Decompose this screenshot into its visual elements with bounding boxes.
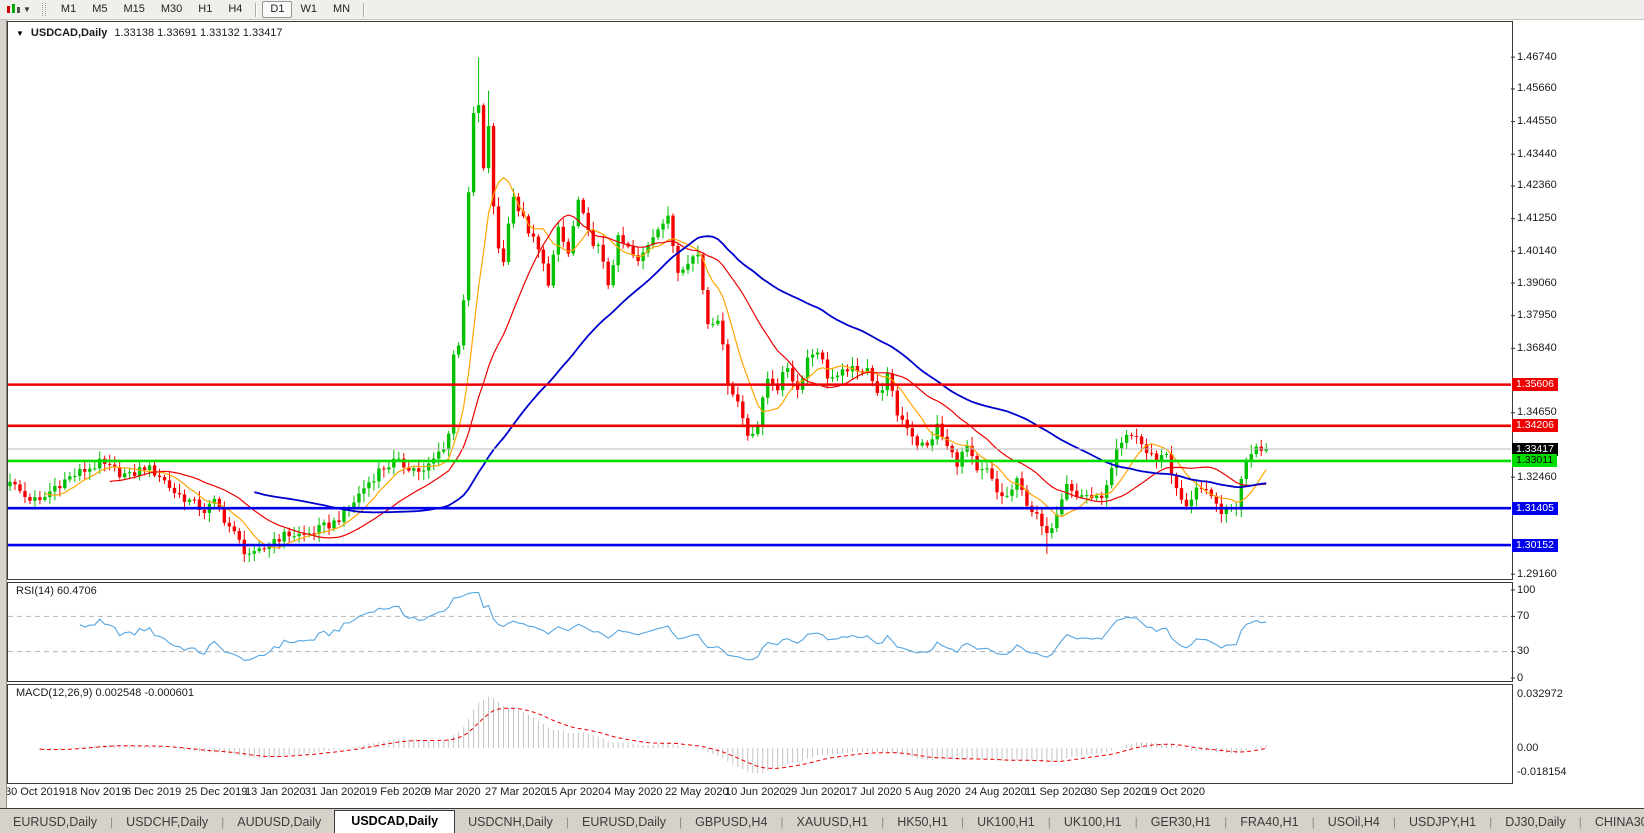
- timeframe-button-m1[interactable]: M1: [53, 1, 84, 18]
- price-marker: 1.30152: [1512, 539, 1558, 552]
- date-tick-label: 9 Mar 2020: [425, 786, 481, 798]
- price-tick-label: 1.39060: [1517, 277, 1557, 289]
- price-tick-label: 1.44550: [1517, 115, 1557, 127]
- date-tick-label: 15 Apr 2020: [545, 786, 604, 798]
- price-tick-label: 1.43440: [1517, 148, 1557, 160]
- price-marker: 1.33011: [1512, 454, 1557, 467]
- price-tick-label: 1.36840: [1517, 342, 1557, 354]
- timeframe-button-h4[interactable]: H4: [220, 1, 250, 18]
- chart-ohlc-values: 1.33138 1.33691 1.33132 1.33417: [114, 27, 282, 39]
- price-tick-label: 1.32460: [1517, 471, 1557, 483]
- rsi-level-label: 100: [1517, 584, 1535, 596]
- chart-tab-usdcnh-daily[interactable]: USDCNH,Daily: [455, 812, 566, 833]
- price-tick-label: 1.40140: [1517, 245, 1557, 257]
- timeframe-button-w1[interactable]: W1: [292, 1, 325, 18]
- date-tick-label: 27 Mar 2020: [485, 786, 547, 798]
- price-tick-label: 1.46740: [1517, 51, 1557, 63]
- date-tick-label: 24 Aug 2020: [965, 786, 1027, 798]
- rsi-label: RSI(14) 60.4706: [16, 585, 97, 597]
- chart-tab-xauusd-h1[interactable]: XAUUSD,H1: [784, 812, 882, 833]
- chart-tab-gbpusd-h4[interactable]: GBPUSD,H4: [682, 812, 780, 833]
- macd-indicator-panel[interactable]: [7, 684, 1513, 784]
- price-tick-label: 1.37950: [1517, 309, 1557, 321]
- date-tick-label: 19 Feb 2020: [365, 786, 427, 798]
- date-tick-label: 25 Dec 2019: [185, 786, 247, 798]
- chart-tab-hk50-h1[interactable]: HK50,H1: [884, 812, 961, 833]
- date-tick-label: 5 Aug 2020: [905, 786, 961, 798]
- date-tick-label: 29 Jun 2020: [785, 786, 846, 798]
- date-tick-label: 31 Jan 2020: [305, 786, 366, 798]
- price-tick-label: 1.29160: [1517, 568, 1557, 580]
- chart-tab-usdcad-daily[interactable]: USDCAD,Daily: [334, 810, 455, 833]
- macd-axis-label: 0.00: [1517, 742, 1538, 754]
- timeframe-button-h1[interactable]: H1: [190, 1, 220, 18]
- price-marker: 1.31405: [1512, 502, 1558, 515]
- price-tick-label: 1.34650: [1517, 406, 1557, 418]
- price-marker: 1.34206: [1512, 419, 1558, 432]
- window-left-frame: [0, 19, 7, 833]
- chart-tab-eurusd-daily[interactable]: EURUSD,Daily: [569, 812, 679, 833]
- chart-tab-audusd-daily[interactable]: AUDUSD,Daily: [224, 812, 334, 833]
- rsi-level-label: 70: [1517, 610, 1529, 622]
- chevron-down-icon[interactable]: ▼: [23, 5, 31, 14]
- price-tick-label: 1.45660: [1517, 82, 1557, 94]
- chart-tab-uk100-h1[interactable]: UK100,H1: [964, 812, 1048, 833]
- macd-axis-label: 0.032972: [1517, 688, 1563, 700]
- toolbar-divider: [255, 3, 257, 17]
- symbol-collapse-icon[interactable]: ▼: [16, 29, 24, 38]
- toolbar-grip-handle[interactable]: [42, 3, 46, 16]
- chart-title: ▼ USDCAD,Daily 1.33138 1.33691 1.33132 1…: [16, 27, 283, 39]
- chart-tab-usdchf-daily[interactable]: USDCHF,Daily: [113, 812, 221, 833]
- timeframe-button-m15[interactable]: M15: [115, 1, 152, 18]
- rsi-level-label: 30: [1517, 645, 1529, 657]
- date-tick-label: 10 Jun 2020: [725, 786, 786, 798]
- timeframe-button-d1[interactable]: D1: [262, 1, 292, 18]
- chart-tab-ger30-h1[interactable]: GER30,H1: [1138, 812, 1224, 833]
- date-tick-label: 13 Jan 2020: [245, 786, 306, 798]
- date-tick-label: 30 Oct 2019: [5, 786, 65, 798]
- macd-axis-label: -0.018154: [1517, 766, 1567, 778]
- date-tick-label: 30 Sep 2020: [1085, 786, 1147, 798]
- timeframe-button-mn[interactable]: MN: [325, 1, 358, 18]
- timeframe-button-m5[interactable]: M5: [84, 1, 115, 18]
- trading-terminal-window: ▼ M1M5M15M30H1H4 D1W1MN ▼ USDCAD,Daily 1…: [0, 0, 1644, 833]
- price-tick-label: 1.41250: [1517, 212, 1557, 224]
- chart-type-icon[interactable]: ▼: [6, 3, 31, 16]
- chart-symbol-label: USDCAD,Daily: [31, 27, 107, 39]
- rsi-level-label: 0: [1517, 672, 1523, 684]
- date-tick-label: 6 Dec 2019: [125, 786, 181, 798]
- chart-tab-dj30-daily[interactable]: DJ30,Daily: [1492, 812, 1578, 833]
- toolbar-divider: [363, 3, 365, 17]
- price-marker: 1.35606: [1512, 378, 1558, 391]
- date-tick-label: 22 May 2020: [665, 786, 729, 798]
- timeframe-button-m30[interactable]: M30: [153, 1, 190, 18]
- chart-tab-usoil-h4[interactable]: USOil,H4: [1315, 812, 1393, 833]
- date-tick-label: 4 May 2020: [605, 786, 662, 798]
- timeframe-toolbar: ▼ M1M5M15M30H1H4 D1W1MN: [0, 0, 1644, 20]
- chart-tab-bar: EURUSD,Daily|USDCHF,Daily|AUDUSD,DailyUS…: [0, 808, 1644, 833]
- date-tick-label: 17 Jul 2020: [845, 786, 902, 798]
- chart-tab-uk100-h1[interactable]: UK100,H1: [1051, 812, 1135, 833]
- date-tick-label: 19 Oct 2020: [1145, 786, 1205, 798]
- macd-label: MACD(12,26,9) 0.002548 -0.000601: [16, 687, 194, 699]
- date-tick-label: 11 Sep 2020: [1025, 786, 1087, 798]
- chart-tab-china300-h1[interactable]: CHINA300,H1: [1582, 812, 1644, 833]
- chart-tab-eurusd-daily[interactable]: EURUSD,Daily: [0, 812, 110, 833]
- price-tick-label: 1.42360: [1517, 179, 1557, 191]
- date-tick-label: 18 Nov 2019: [65, 786, 127, 798]
- chart-tab-fra40-h1[interactable]: FRA40,H1: [1227, 812, 1311, 833]
- chart-tab-usdjpy-h1[interactable]: USDJPY,H1: [1396, 812, 1489, 833]
- rsi-indicator-panel[interactable]: [7, 582, 1513, 682]
- price-chart-panel[interactable]: [7, 21, 1513, 580]
